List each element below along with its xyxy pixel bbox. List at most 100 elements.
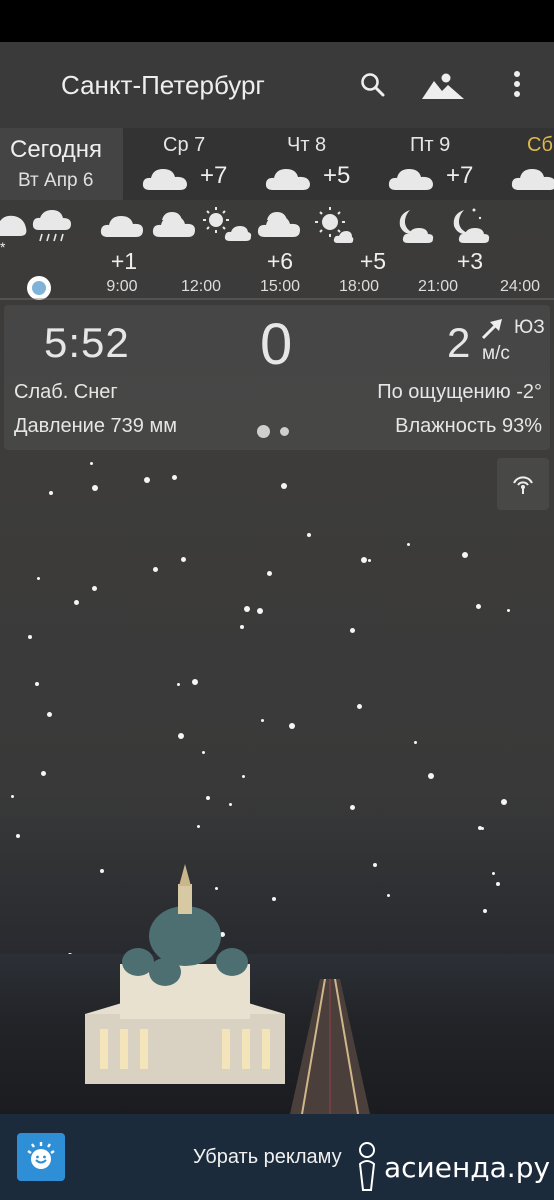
snowflake — [496, 882, 500, 886]
cloud-icon — [142, 169, 187, 190]
day-today[interactable]: Сегодня Вт Апр 6 — [0, 128, 123, 200]
moon-star-cloud-icon — [453, 208, 490, 243]
cloud-icon — [265, 169, 310, 190]
snowflake — [37, 577, 40, 580]
day-item[interactable]: Пт 9 +7 — [386, 128, 506, 200]
snowflake — [28, 635, 32, 639]
snowflake — [357, 704, 362, 709]
cathedral-illustration — [85, 864, 285, 1084]
snowflake — [289, 723, 295, 729]
snowflake — [368, 559, 371, 562]
page-dot — [280, 427, 289, 436]
snowflake — [90, 462, 93, 465]
pressure: Давление 739 мм — [14, 415, 177, 437]
hour-temp: +1 — [110, 248, 138, 274]
snowflake — [192, 679, 198, 685]
app-logo-icon[interactable] — [17, 1133, 65, 1181]
day-temp: +7 — [200, 162, 228, 189]
wind-direction: ЮЗ — [514, 317, 545, 338]
feels-like: По ощущению -2° — [377, 381, 542, 403]
snowflake — [181, 557, 186, 562]
watermark-text: асиенда.ру — [384, 1150, 551, 1184]
wind-direction-arrow-icon — [481, 319, 502, 340]
day-name: Чт 8 — [287, 134, 327, 156]
day-name: Ср 7 — [163, 134, 206, 156]
snowflake — [244, 606, 250, 612]
divider — [0, 298, 554, 300]
day-item[interactable]: Ср 7 +7 — [140, 128, 260, 200]
sun-cloud-icon — [315, 207, 354, 243]
wind-unit: м/с — [482, 343, 510, 364]
snowflake — [177, 683, 180, 686]
hour-time: 18:00 — [338, 278, 380, 295]
day-name: Сб — [527, 134, 553, 156]
snowflake — [407, 543, 410, 546]
snowflake — [49, 491, 53, 495]
snowflake — [202, 751, 205, 754]
snowflake — [507, 609, 510, 612]
snowflake — [47, 712, 52, 717]
daily-forecast-strip[interactable]: Сегодня Вт Апр 6 Ср 7 +7 Чт 8 +5 Пт 9 +7… — [0, 128, 554, 200]
hourly-forecast[interactable]: * +1 +6 +5 +3 9:00 12:00 15:00 18:00 21:… — [0, 200, 554, 300]
snowflake — [307, 533, 311, 537]
watermark-logo-icon — [358, 1142, 376, 1191]
more-menu-icon[interactable] — [504, 66, 530, 102]
snowflake — [462, 552, 468, 558]
hour-time: 12:00 — [180, 278, 222, 295]
snowflake — [153, 567, 158, 572]
snowflake — [74, 600, 79, 605]
hour-time: 21:00 — [417, 278, 459, 295]
city-skyline — [0, 864, 554, 1114]
snowflake — [492, 872, 495, 875]
snowflake — [261, 719, 264, 722]
day-name: Пт 9 — [410, 134, 451, 156]
current-conditions-panel[interactable]: 5:52 0 2 ЮЗ м/с Слаб. Снег По ощущению -… — [4, 305, 550, 450]
day-item[interactable]: Чт 8 +5 — [263, 128, 383, 200]
page-indicator[interactable] — [257, 425, 289, 438]
current-temp: 0 — [260, 312, 293, 377]
snowflake — [16, 834, 20, 838]
snowflake — [350, 805, 355, 810]
svg-text:*: * — [0, 239, 6, 252]
page-dot-active — [257, 425, 270, 438]
snowflake — [373, 863, 377, 867]
snowflake — [229, 803, 232, 806]
snow-cloud-icon: * — [0, 215, 27, 252]
snowflake — [501, 799, 507, 805]
current-time: 5:52 — [44, 319, 130, 366]
cloud-icon — [388, 169, 433, 190]
snowflake — [92, 485, 98, 491]
search-icon[interactable] — [356, 68, 390, 102]
watermark: асиенда.ру — [356, 1140, 550, 1194]
partly-cloudy-icon — [257, 212, 300, 237]
hour-time: 15:00 — [259, 278, 301, 295]
moon-cloud-icon — [399, 210, 434, 243]
day-temp: +7 — [446, 162, 474, 189]
snowflake — [11, 795, 14, 798]
snowflake — [41, 771, 46, 776]
hour-time: 9:00 — [106, 278, 138, 295]
rain-cloud-icon — [32, 210, 71, 242]
cloud-icon — [511, 169, 554, 190]
snowflake — [387, 894, 390, 897]
snowflake — [267, 571, 272, 576]
snowflake — [144, 477, 150, 483]
snowflake — [478, 826, 482, 830]
snowflake — [92, 586, 97, 591]
snowflake — [428, 773, 434, 779]
hour-time: 24:00 — [499, 278, 541, 295]
day-temp: +5 — [323, 162, 351, 189]
condition-text: Слаб. Снег — [14, 381, 118, 403]
day-item[interactable]: Сб — [509, 128, 554, 200]
partly-sunny-icon — [203, 207, 252, 241]
hour-temp: +5 — [359, 248, 387, 274]
radar-button[interactable] — [497, 458, 549, 510]
snowflake — [197, 825, 200, 828]
remove-ads-link[interactable]: Убрать рекламу — [193, 1146, 342, 1169]
snowflake — [172, 475, 177, 480]
landscape-icon[interactable] — [421, 68, 465, 102]
city-title[interactable]: Санкт-Петербург — [61, 70, 265, 101]
current-time-marker — [27, 276, 51, 300]
partly-cloudy-icon — [152, 212, 195, 237]
snowflake — [414, 741, 417, 744]
